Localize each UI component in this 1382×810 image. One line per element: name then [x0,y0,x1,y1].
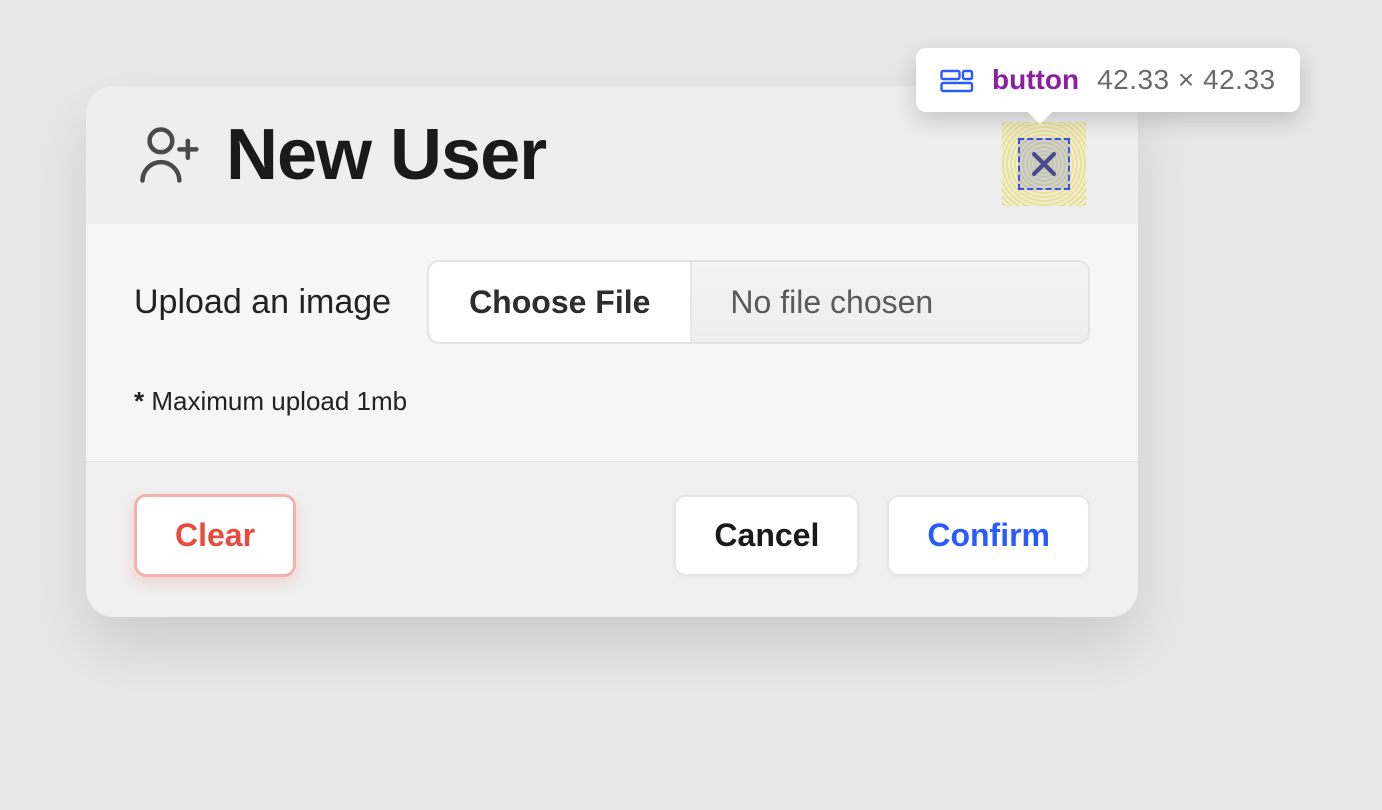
hint-asterisk: * [134,386,144,416]
dialog-title: New User [226,114,546,196]
choose-file-button[interactable]: Choose File [429,262,692,342]
hint-text: Maximum upload 1mb [144,386,407,416]
file-input-group: Choose File No file chosen [427,260,1090,344]
clear-button[interactable]: Clear [134,494,296,577]
upload-row: Upload an image Choose File No file chos… [134,260,1090,344]
upload-hint: * Maximum upload 1mb [134,386,1090,417]
dialog-body: Upload an image Choose File No file chos… [86,224,1138,462]
new-user-dialog: New User Upload an image Choose File No … [86,86,1138,617]
devtools-layout-icon [940,68,974,92]
file-status-text: No file chosen [692,262,1088,342]
add-user-icon [134,121,202,189]
upload-label: Upload an image [134,283,391,322]
devtools-tooltip: button 42.33 × 42.33 [916,48,1300,112]
close-button[interactable] [1002,122,1086,206]
devtools-tag-name: button [992,64,1079,96]
confirm-button[interactable]: Confirm [887,495,1090,576]
dialog-footer: Clear Cancel Confirm [86,462,1138,617]
close-icon [1012,132,1076,196]
devtools-dimensions: 42.33 × 42.33 [1097,64,1276,96]
cancel-button[interactable]: Cancel [674,495,859,576]
